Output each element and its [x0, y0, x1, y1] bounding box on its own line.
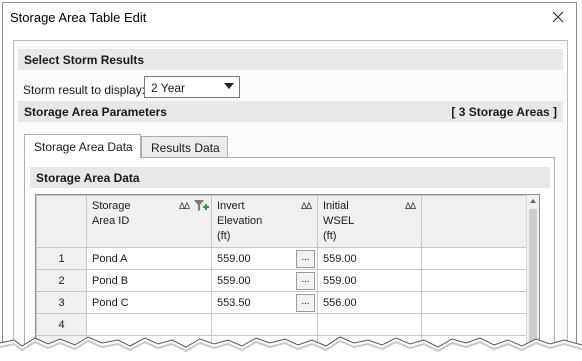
storm-result-label: Storm result to display: — [23, 83, 146, 97]
sort-icon[interactable]: ΔΔ — [179, 199, 190, 214]
select-storm-results-header: Select Storm Results — [18, 49, 563, 70]
sort-icon[interactable]: ΔΔ — [301, 199, 312, 214]
column-header-line: (ft) — [323, 230, 337, 242]
cell-initial-wsel[interactable]: 559.00 — [317, 247, 422, 270]
tab-storage-area-data-label: Storage Area Data — [34, 140, 133, 154]
filter-icon[interactable] — [193, 199, 209, 218]
storage-area-count: [ 3 Storage Areas ] — [451, 105, 557, 119]
storage-area-parameters-header: Storage Area Parameters [ 3 Storage Area… — [18, 101, 563, 122]
window-title: Storage Area Table Edit — [10, 10, 147, 25]
ellipsis-button[interactable]: ... — [296, 294, 315, 312]
storm-result-dropdown[interactable]: 2 Year — [144, 76, 240, 98]
row-number[interactable]: 2 — [36, 269, 87, 292]
row-number[interactable]: 1 — [36, 247, 87, 270]
cell-empty — [421, 247, 528, 270]
tab-storage-area-data[interactable]: Storage Area Data — [24, 134, 141, 159]
cell-value: 559.00 — [217, 252, 251, 265]
table-header-row: Storage Area ID ΔΔ Invert Elevation (ft)… — [36, 195, 528, 248]
cell-empty — [421, 291, 528, 314]
cell-storage-area-id[interactable]: Pond C — [86, 291, 212, 314]
select-storm-results-title: Select Storm Results — [24, 53, 145, 67]
table-row: 2 Pond B 559.00 ... 559.00 — [36, 269, 528, 292]
table-row: 3 Pond C 553.50 ... 556.00 — [36, 291, 528, 314]
row-header-corner[interactable] — [36, 195, 87, 248]
storage-area-table-edit-dialog: Storage Area Table Edit Select Storm Res… — [2, 2, 577, 361]
close-button[interactable] — [548, 7, 568, 27]
close-icon — [552, 11, 564, 23]
cell-storage-area-id[interactable]: Pond A — [86, 247, 212, 270]
tab-results-data[interactable]: Results Data — [141, 136, 228, 158]
cell-storage-area-id[interactable]: Pond B — [86, 269, 212, 292]
scroll-up-icon[interactable] — [530, 199, 536, 203]
column-header-empty — [421, 195, 528, 248]
column-header-line: Area ID — [92, 215, 130, 227]
column-header-line: WSEL — [323, 215, 355, 227]
column-header-line: Elevation — [217, 215, 263, 227]
table-row: 1 Pond A 559.00 ... 559.00 — [36, 247, 528, 270]
column-header-line: Initial — [323, 200, 349, 212]
cell-invert-elevation[interactable]: 553.50 ... — [211, 291, 318, 314]
cell-empty — [421, 269, 528, 292]
cell-initial-wsel[interactable]: 559.00 — [317, 269, 422, 292]
ellipsis-button[interactable]: ... — [296, 250, 315, 268]
storage-area-data-title: Storage Area Data — [36, 171, 140, 185]
main-panel: Select Storm Results Storm result to dis… — [13, 40, 568, 361]
storage-area-parameters-title: Storage Area Parameters — [24, 105, 167, 119]
cell-value: 553.50 — [217, 296, 251, 309]
column-header-line: (ft) — [217, 230, 231, 242]
cell-value: 559.00 — [217, 274, 251, 287]
row-number[interactable]: 3 — [36, 291, 87, 314]
torn-edge-decoration — [0, 336, 582, 361]
column-header-line: Invert — [217, 200, 245, 212]
sort-icon[interactable]: ΔΔ — [405, 199, 416, 214]
column-header-storage-area-id[interactable]: Storage Area ID ΔΔ — [86, 195, 212, 248]
column-header-initial-wsel[interactable]: Initial WSEL (ft) ΔΔ — [317, 195, 422, 248]
column-header-invert-elevation[interactable]: Invert Elevation (ft) ΔΔ — [211, 195, 318, 248]
cell-initial-wsel[interactable]: 556.00 — [317, 291, 422, 314]
cell-invert-elevation[interactable]: 559.00 ... — [211, 269, 318, 292]
storm-result-selected-value: 2 Year — [151, 81, 186, 95]
chevron-down-icon — [224, 83, 234, 89]
tab-results-data-label: Results Data — [151, 141, 220, 155]
cell-invert-elevation[interactable]: 559.00 ... — [211, 247, 318, 270]
storage-area-data-header: Storage Area Data — [30, 167, 550, 188]
title-bar: Storage Area Table Edit — [3, 3, 576, 32]
ellipsis-button[interactable]: ... — [296, 272, 315, 290]
